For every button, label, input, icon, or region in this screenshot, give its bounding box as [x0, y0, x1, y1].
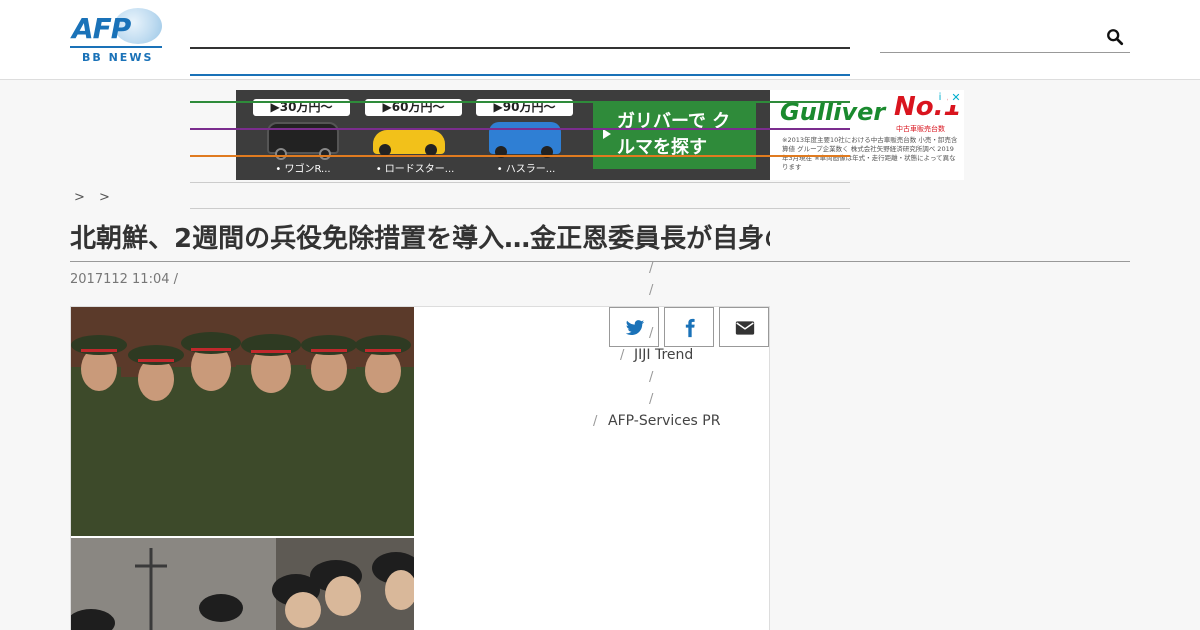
article-title: 北朝鮮、2週間の兵役免除措置を導入…金正恩委員長が自身の決意を伝える 韓国	[70, 224, 770, 254]
sidebar-separator: /	[649, 261, 654, 276]
site-header: AFP BB NEWS	[0, 0, 1200, 80]
ad-fine-print: ※2013年度主要10社における中古車販売台数 小売・卸売含算値 グループ企業数…	[782, 136, 958, 171]
ad-close-icon[interactable]: ✕	[948, 90, 964, 105]
car-image-1	[267, 122, 339, 160]
sidebar-separator: /	[620, 348, 625, 363]
search-icon[interactable]	[1106, 28, 1124, 46]
logo-text: AFP	[72, 12, 131, 45]
nav-line-3[interactable]	[190, 101, 850, 103]
nav-line-4[interactable]	[190, 128, 850, 130]
breadcrumb-separator: >	[74, 190, 85, 205]
facebook-icon	[685, 318, 695, 338]
article-photo-crowd[interactable]	[71, 538, 414, 630]
sidebar-separator: /	[649, 370, 654, 385]
logo-subtitle: BB NEWS	[82, 51, 154, 64]
ad-car-label-2: • ロードスター...	[375, 164, 455, 175]
breadcrumb: > >	[74, 190, 120, 205]
afp-bb-news-logo[interactable]: AFP BB NEWS	[70, 8, 162, 64]
search-input[interactable]	[880, 24, 1130, 53]
sidebar-link-afp-services[interactable]: AFP-Services PR	[608, 413, 720, 429]
nav-line-1[interactable]	[190, 47, 850, 49]
envelope-icon	[735, 321, 755, 335]
article-meta: 2017112 11:04 /	[70, 272, 179, 287]
breadcrumb-separator: >	[99, 190, 110, 205]
nav-line-7[interactable]	[190, 208, 850, 209]
sidebar-separator: /	[649, 326, 654, 341]
ad-cta-button[interactable]: ガリバーで クルマを探す	[593, 101, 756, 169]
sidebar-separator: /	[649, 392, 654, 407]
ad-car-label-1: • ワゴンR...	[275, 164, 331, 175]
advertisement-banner[interactable]: ▶30万円〜 ▶60万円〜 ▶90万円〜 • ワゴンR... • ロードスター.…	[236, 90, 964, 180]
sidebar-link-jiji-trend[interactable]: JIJI Trend	[634, 347, 693, 363]
sidebar-separator: /	[593, 414, 598, 429]
nav-line-5[interactable]	[190, 155, 850, 157]
twitter-icon	[625, 320, 645, 335]
sidebar-separator: /	[649, 283, 654, 298]
car-image-2	[373, 130, 445, 156]
play-icon	[603, 129, 611, 139]
article-photo-soldiers[interactable]	[71, 307, 414, 536]
ad-no1-caption: 中古車販売台数	[896, 125, 945, 133]
car-image-3	[489, 122, 561, 158]
logo-underline	[70, 46, 162, 48]
facebook-share-button[interactable]	[664, 307, 714, 347]
soldiers-illustration	[71, 307, 414, 536]
nav-line-6[interactable]	[190, 182, 850, 183]
title-divider	[70, 261, 1130, 262]
crowd-illustration	[71, 538, 414, 630]
ad-cta-text: ガリバーで クルマを探す	[617, 111, 731, 158]
nav-line-2[interactable]	[190, 74, 850, 76]
ad-info-icon[interactable]: i	[932, 90, 948, 105]
email-share-button[interactable]	[719, 307, 769, 347]
ad-car-label-3: • ハスラー...	[496, 164, 556, 175]
